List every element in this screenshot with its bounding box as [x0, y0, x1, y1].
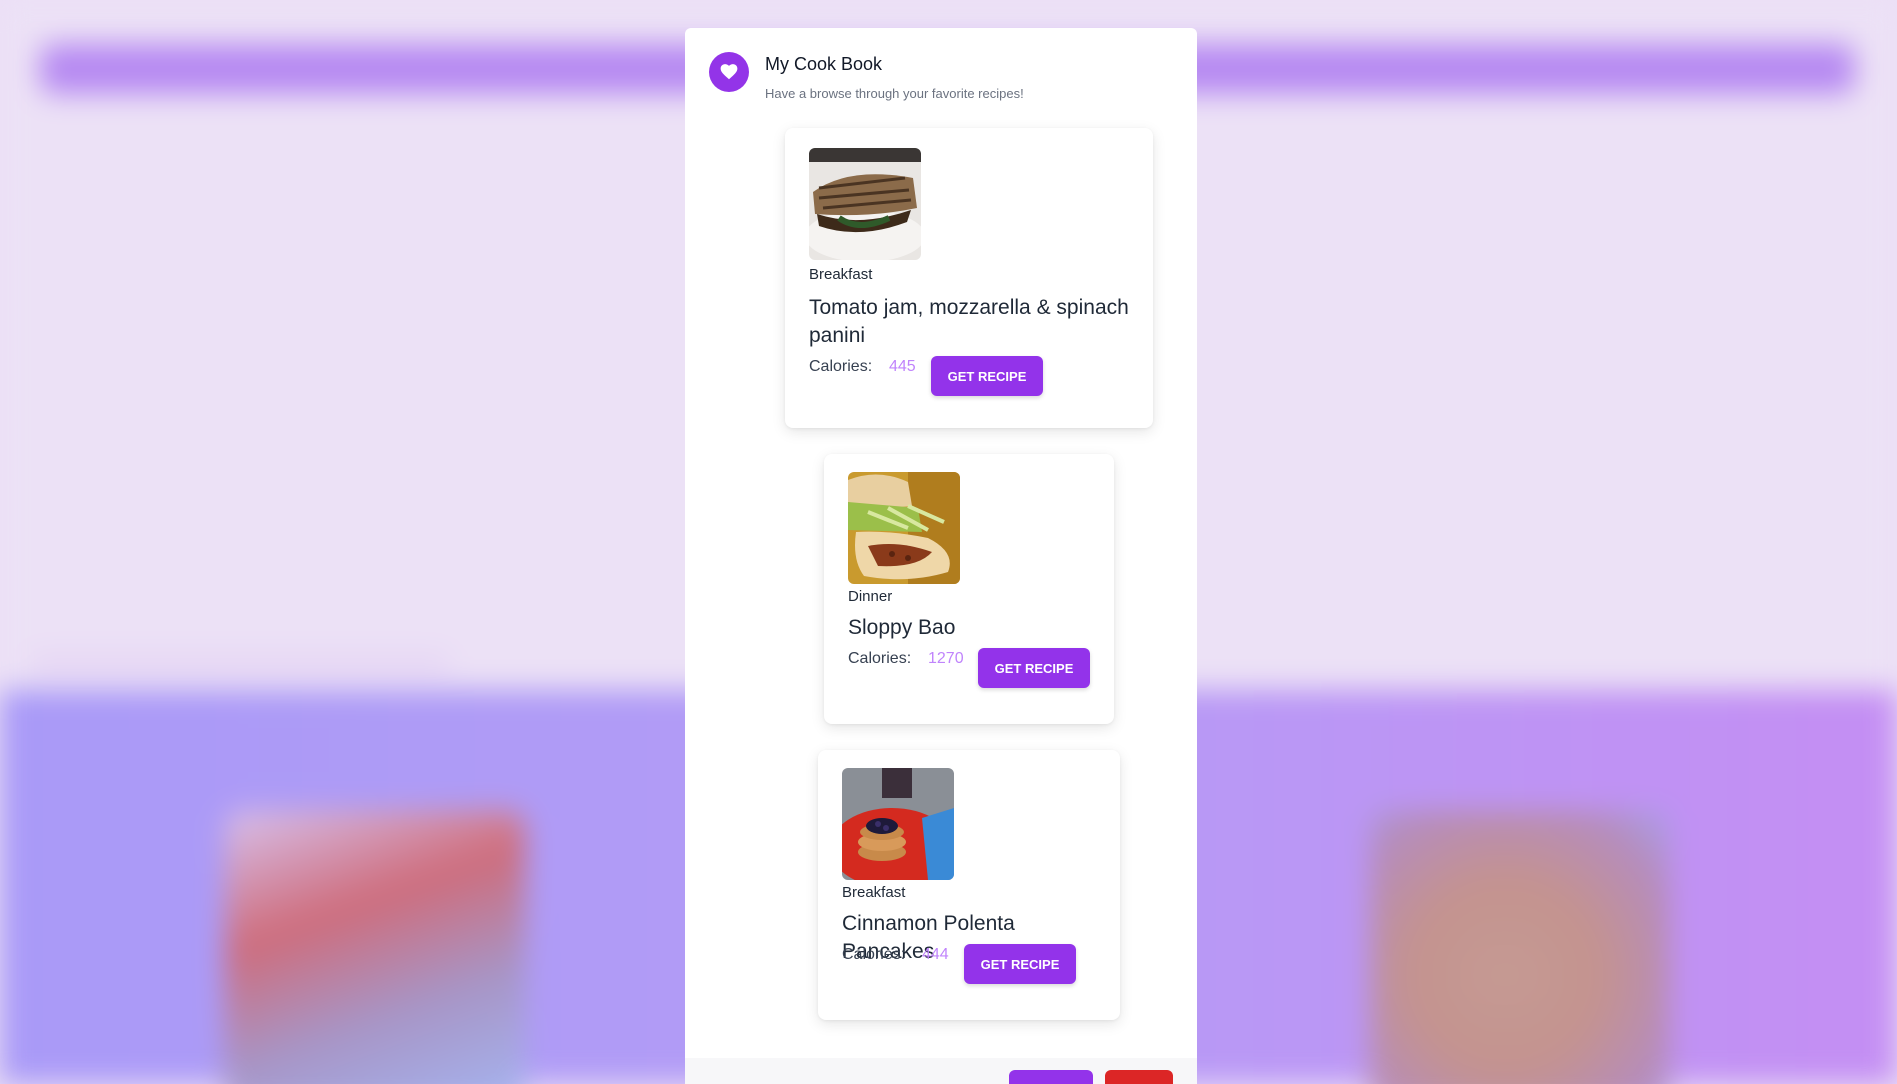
heart-icon [709, 52, 749, 92]
recipe-card: Dinner Sloppy Bao Calories: 1270 GET REC… [824, 454, 1114, 724]
calories-value: 444 [922, 946, 949, 963]
recipe-image-panini [809, 148, 921, 260]
recipe-title: Sloppy Bao [848, 616, 956, 639]
calories-value: 445 [889, 358, 916, 375]
recipe-title: Tomato jam, mozzarella & spinach panini [809, 296, 1129, 347]
background-text [30, 656, 450, 672]
background-card-right [1370, 810, 1670, 1084]
recipe-card: Breakfast Tomato jam, mozzarella & spina… [785, 128, 1153, 428]
recipe-image-pancakes [842, 768, 954, 880]
get-recipe-button[interactable]: GET RECIPE [964, 944, 1076, 984]
recipe-meal-type: Breakfast [842, 884, 906, 901]
modal-title: My Cook Book [765, 54, 883, 74]
background-card-left [225, 810, 525, 1084]
submit-button[interactable]: Submit [1009, 1070, 1093, 1084]
calories-label: Calories: [842, 946, 906, 963]
get-recipe-button[interactable]: GET RECIPE [931, 356, 1043, 396]
modal-footer: Submit Reset [685, 1058, 1197, 1084]
recipe-meal-type: Breakfast [809, 266, 873, 283]
reset-button[interactable]: Reset [1105, 1070, 1173, 1084]
calories-label: Calories: [848, 650, 912, 667]
recipe-card: Breakfast Cinnamon Polenta Pancakes Calo… [818, 750, 1120, 1020]
recipe-meal-type: Dinner [848, 588, 893, 605]
cookbook-modal: My Cook Book Have a browse through your … [685, 28, 1197, 1084]
calories-label: Calories: [809, 358, 873, 375]
calories-value: 1270 [928, 650, 964, 667]
modal-subtitle: Have a browse through your favorite reci… [765, 86, 1024, 101]
modal-header: My Cook Book Have a browse through your … [685, 28, 1197, 138]
get-recipe-button[interactable]: GET RECIPE [978, 648, 1090, 688]
recipe-image-sloppy-bao [848, 472, 960, 584]
